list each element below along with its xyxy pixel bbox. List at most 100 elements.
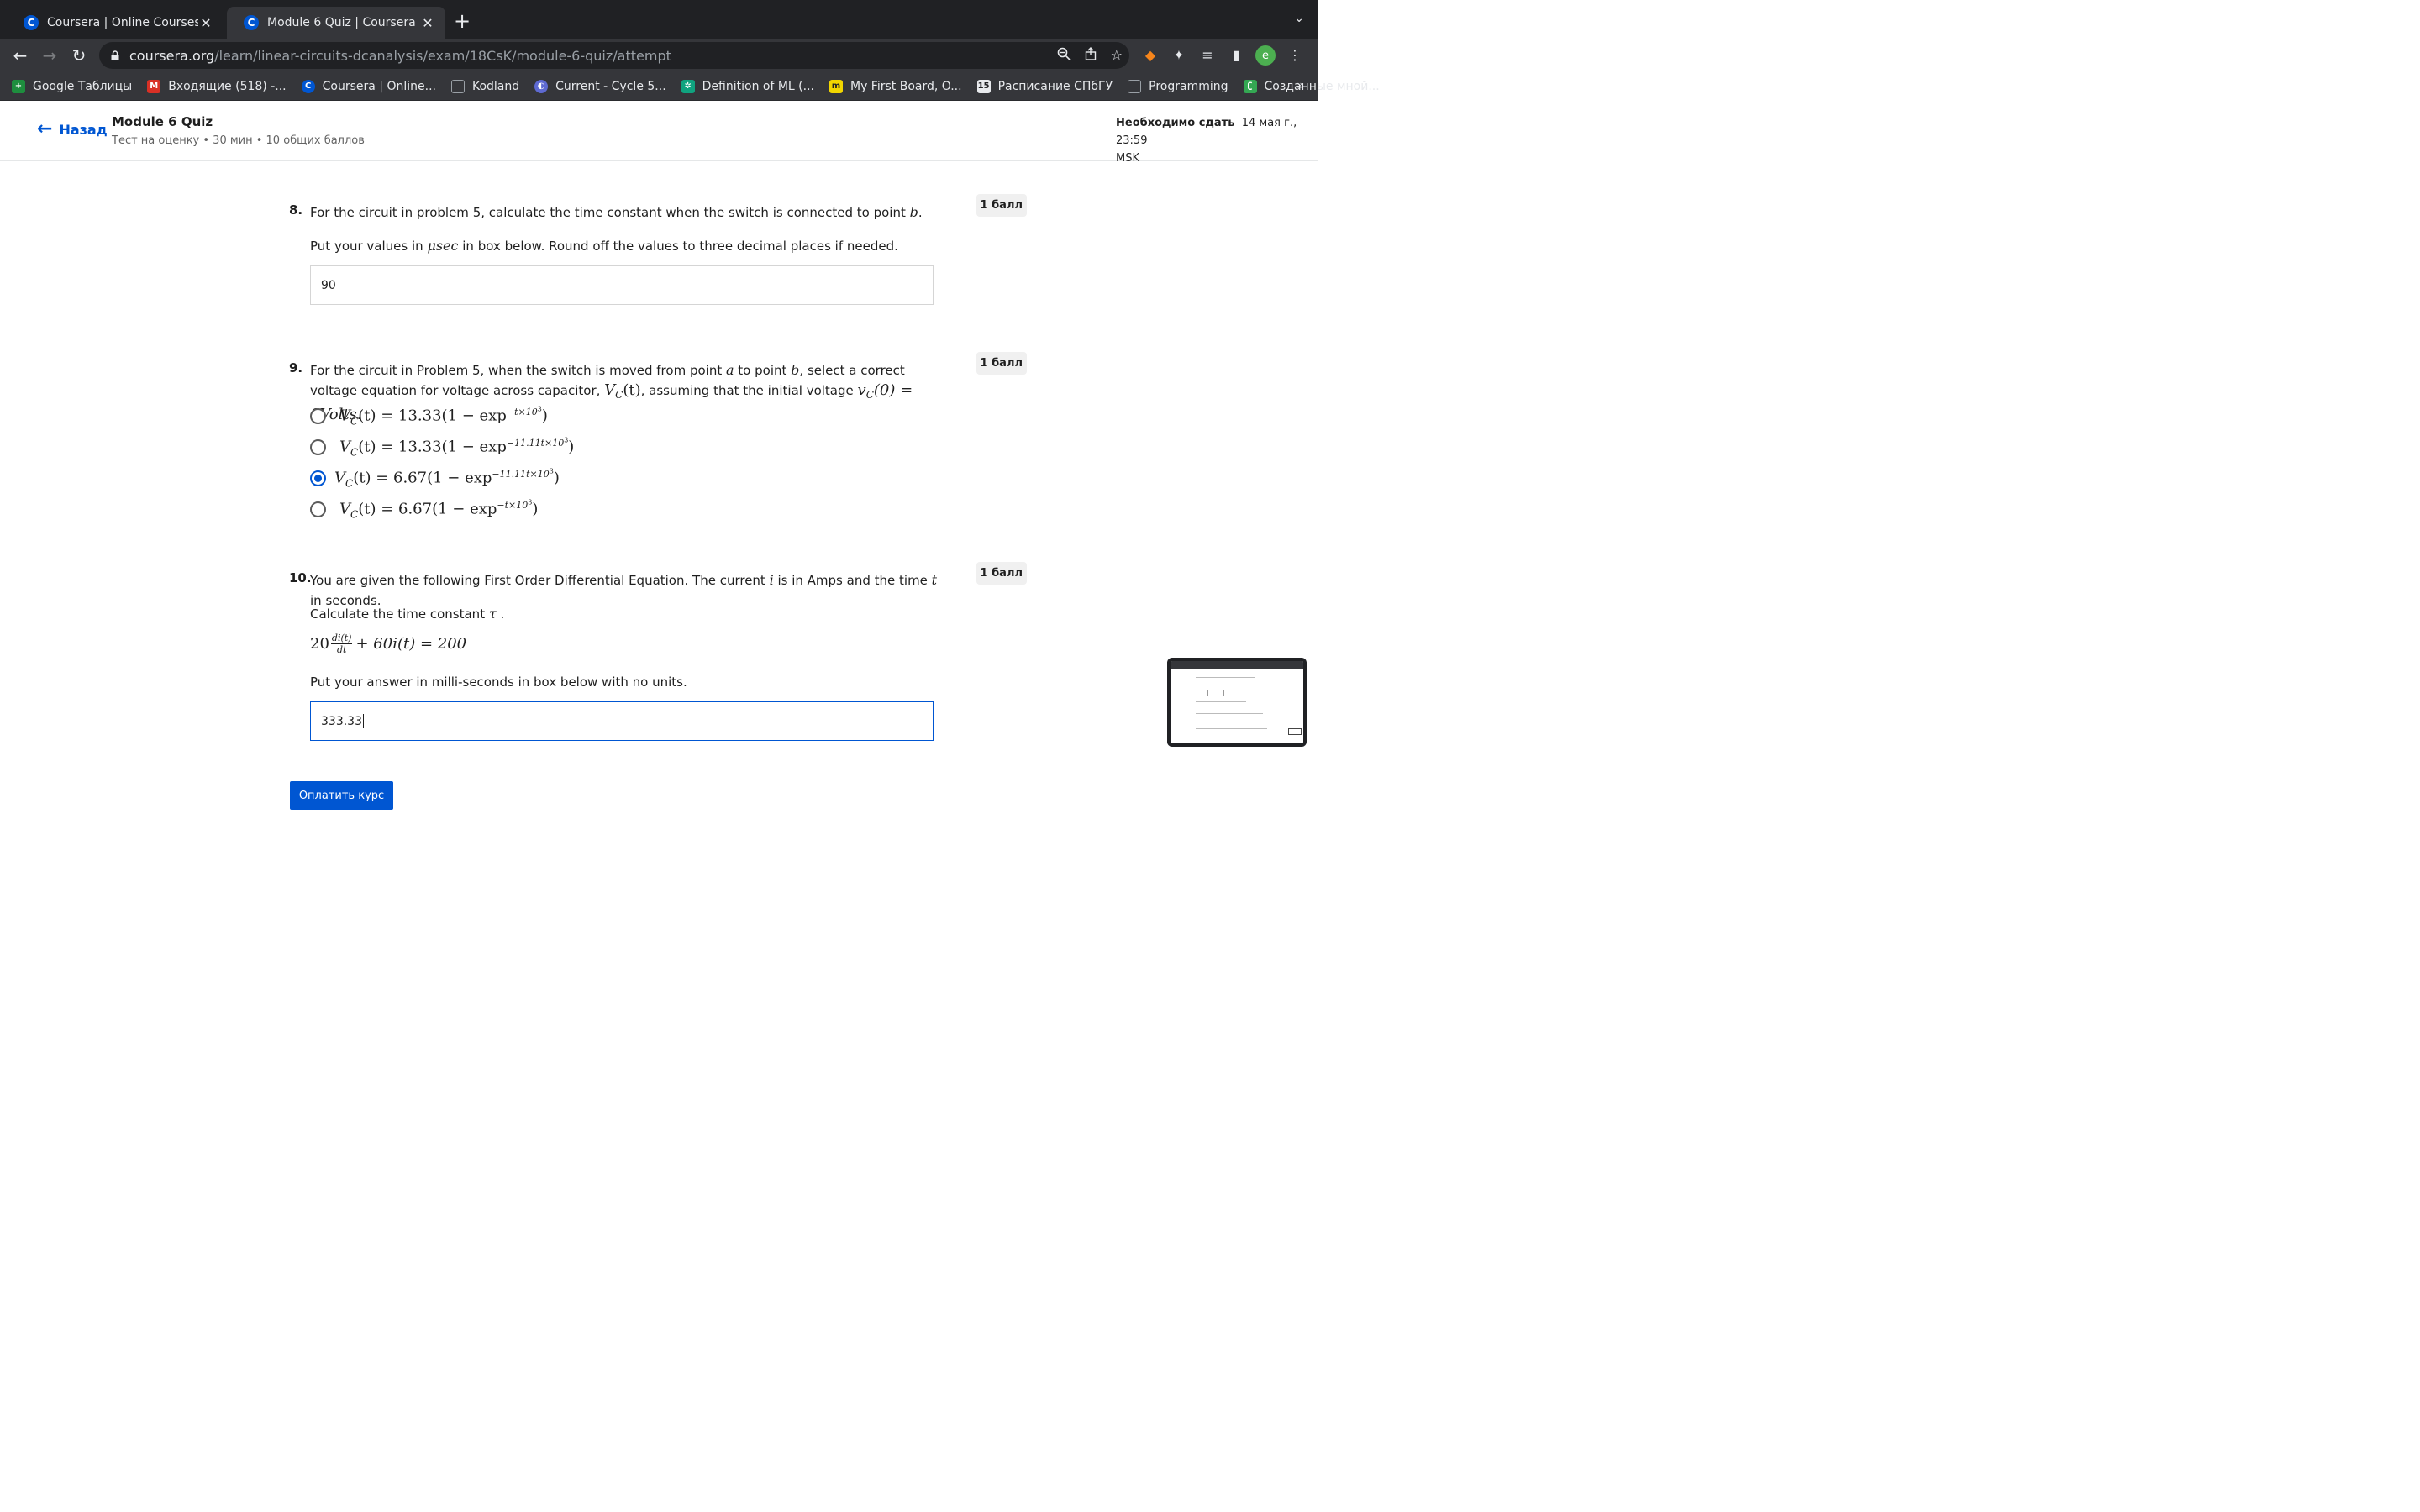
question-instruction: Put your answer in milli-seconds in box … [310,675,687,690]
side-panel-icon[interactable]: ▮ [1227,46,1245,65]
bookmark-label: Current - Cycle 5... [555,79,666,93]
browser-tab-module-quiz[interactable]: C Module 6 Quiz | Coursera ✕ [227,7,445,39]
bookmark-label: Созданные мной... [1264,79,1380,93]
question-8: 8. For the circuit in problem 5, calcula… [289,194,1028,312]
radio-unselected-icon[interactable] [310,438,326,455]
address-bar[interactable]: coursera.org/learn/linear-circuits-dcana… [99,42,1129,69]
question-9: 9. For the circuit in Problem 5, when th… [289,352,1028,528]
browser-tab-coursera-home[interactable]: C Coursera | Online Courses & Cre ✕ [7,7,224,39]
points-badge: 1 балл [976,194,1027,217]
url-domain: coursera.org [129,47,215,64]
answer-input-q10[interactable]: 333.33 [310,701,934,741]
calendar-icon: 15 [976,79,991,93]
linear-icon: ◐ [534,79,549,93]
answer-option-1[interactable]: VC(t) = 13.33(1 − exp−t×103) [310,405,548,427]
text-caret [363,714,364,728]
browser-toolbar: ← → ↻ coursera.org/learn/linear-circuits… [0,39,1318,72]
bookmark-item[interactable]: Programming [1128,79,1228,93]
profile-avatar[interactable]: e [1255,45,1276,66]
bookmark-label: Programming [1149,79,1228,93]
answer-value: 333.33 [321,714,362,728]
differential-equation: 20 di(t) dt + 60i(t) = 200 [310,633,467,655]
bookmark-star-icon[interactable]: ☆ [1111,47,1123,64]
tab-title: Module 6 Quiz | Coursera [267,16,416,29]
reload-icon[interactable]: ↻ [69,45,89,66]
bookmark-item[interactable]: ʗ Созданные мной... [1243,79,1380,93]
coursera-favicon-icon: C [24,15,39,30]
sheets-icon: + [12,79,25,93]
screen-share-thumbnail[interactable] [1167,658,1307,747]
share-icon[interactable] [1084,47,1097,64]
bookmark-label: Coursera | Online... [322,79,436,93]
due-timezone: MSK [1116,152,1139,165]
option-equation: VC(t) = 13.33(1 − exp−t×103) [339,405,548,428]
bookmark-item[interactable]: ✲ Definition of ML (... [681,79,814,93]
forward-arrow-icon[interactable]: → [39,45,60,66]
quiz-page: ← Назад Module 6 Quiz Тест на оценку • 3… [0,101,1318,822]
answer-option-3[interactable]: VC(t) = 6.67(1 − exp−11.11t×103) [310,467,560,489]
question-number: 9. [289,360,303,375]
option-equation: VC(t) = 6.67(1 − exp−11.11t×103) [334,467,560,490]
coursera-icon: C [301,79,315,93]
points-badge: 1 балл [976,352,1027,375]
bookmark-label: Kodland [471,79,520,93]
close-tab-icon[interactable]: ✕ [420,15,435,31]
openai-icon: ✲ [681,79,695,93]
tab-search-chevron-icon[interactable]: ⌄ [1294,12,1304,25]
question-instruction: Put your values in μsec in box below. Ro… [310,238,898,254]
points-badge: 1 балл [976,562,1027,585]
question-text: For the circuit in problem 5, calculate … [310,204,923,220]
back-arrow-icon[interactable]: ← [10,45,30,66]
question-instruction: Calculate the time constant τ . [310,606,505,622]
answer-input-q8[interactable]: 90 [310,265,934,305]
question-number: 8. [289,202,303,218]
zoom-icon[interactable] [1057,47,1071,64]
tab-title: Coursera | Online Courses & Cre [47,16,198,29]
option-equation: VC(t) = 13.33(1 − exp−11.11t×103) [339,436,575,459]
arrow-left-icon: ← [37,118,53,139]
bookmark-label: Входящие (518) -... [168,79,287,93]
new-tab-icon[interactable]: + [454,10,471,32]
due-date-info: Необходимо сдать 14 мая г., 23:59 MSK [1116,114,1318,167]
quiz-title: Module 6 Quiz [112,114,213,129]
question-10: 10. You are given the following First Or… [289,562,1028,747]
pay-course-button[interactable]: Оплатить курс [290,781,393,810]
folder-icon [450,79,465,93]
back-button[interactable]: ← Назад [37,118,108,139]
radio-unselected-icon[interactable] [310,501,326,517]
url-path: /learn/linear-circuits-dcanalysis/exam/1… [214,47,671,64]
reading-list-icon[interactable]: ≡ [1198,46,1217,65]
browser-menu-icon[interactable]: ⋮ [1286,46,1304,65]
close-tab-icon[interactable]: ✕ [198,15,213,31]
quiz-subtitle: Тест на оценку • 30 мин • 10 общих балло… [112,134,365,147]
answer-option-2[interactable]: VC(t) = 13.33(1 − exp−11.11t×103) [310,436,574,458]
bookmark-item[interactable]: ◐ Current - Cycle 5... [534,79,666,93]
folder-icon [1128,79,1142,93]
bookmark-item[interactable]: + Google Таблицы [12,79,133,93]
bookmark-item[interactable]: M Входящие (518) -... [147,79,287,93]
quiz-header: ← Назад Module 6 Quiz Тест на оценку • 3… [0,101,1318,165]
bookmark-label: Definition of ML (... [702,79,814,93]
radio-unselected-icon[interactable] [310,407,326,424]
miro-icon: m [829,79,843,93]
bookmark-item[interactable]: m My First Board, O... [829,79,962,93]
metamask-extension-icon[interactable]: ◆ [1141,46,1160,65]
radio-selected-icon[interactable] [310,470,326,486]
bookmark-label: Google Таблицы [33,79,133,93]
bookmark-item[interactable]: Kodland [450,79,520,93]
bookmark-item[interactable]: 15 Расписание СПбГУ [976,79,1113,93]
browser-tab-bar: C Coursera | Online Courses & Cre ✕ C Mo… [0,0,1318,39]
answer-option-4[interactable]: VC(t) = 6.67(1 − exp−t×103) [310,498,538,520]
thumbnail-preview [1171,661,1303,743]
extensions-puzzle-icon[interactable]: ✦ [1170,46,1188,65]
bookmark-item[interactable]: C Coursera | Online... [301,79,436,93]
bookmarks-bar: + Google Таблицы M Входящие (518) -... C Cour… [0,72,1380,101]
due-label: Необходимо сдать [1116,117,1235,129]
leaf-icon: ʗ [1243,79,1257,93]
lock-icon [111,50,119,60]
answer-value: 90 [321,278,336,292]
bookmark-label: Расписание СПбГУ [997,79,1113,93]
gmail-icon: M [147,79,161,93]
bookmarks-overflow-icon[interactable]: » [1297,79,1304,92]
back-label: Назад [59,121,108,138]
